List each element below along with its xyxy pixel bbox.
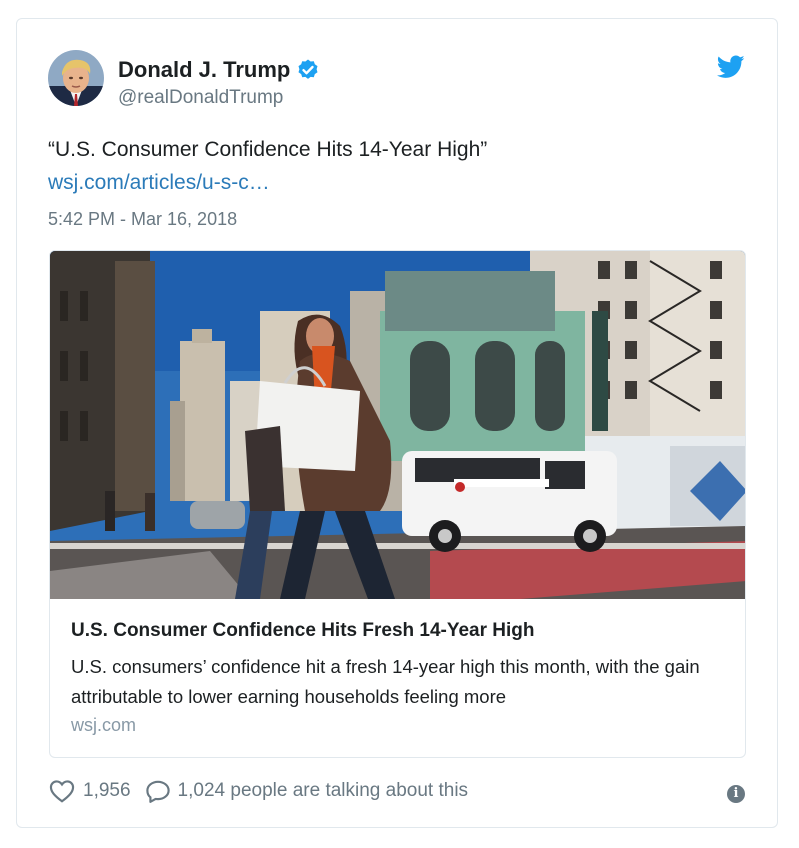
comment-icon[interactable] (145, 779, 171, 803)
verified-badge-icon (298, 59, 318, 79)
info-icon[interactable]: i (727, 785, 745, 803)
article-image (50, 251, 745, 599)
tweet-card: Donald J. Trump @realDonaldTrump “U.S. C… (16, 18, 778, 828)
avatar-image (48, 50, 104, 106)
twitter-bird-icon[interactable] (717, 55, 745, 79)
author-name-text: Donald J. Trump (118, 57, 291, 82)
heart-icon[interactable] (49, 779, 75, 803)
tweet-timestamp[interactable]: 5:42 PM - Mar 16, 2018 (48, 206, 237, 232)
avatar[interactable] (48, 50, 104, 106)
card-title: U.S. Consumer Confidence Hits Fresh 14-Y… (71, 620, 535, 641)
link-preview-card[interactable]: U.S. Consumer Confidence Hits Fresh 14-Y… (49, 250, 746, 758)
author-name[interactable]: Donald J. Trump (118, 57, 320, 83)
card-domain: wsj.com (71, 715, 137, 735)
card-description: U.S. consumers’ confidence hit a fresh 1… (71, 656, 700, 707)
tweet-link[interactable]: wsj.com/articles/u-s-c… (48, 169, 270, 197)
author-handle[interactable]: @realDonaldTrump (118, 87, 283, 109)
action-bar: 1,956 1,024 people are talking about thi… (49, 779, 468, 803)
like-count[interactable]: 1,956 (83, 780, 131, 802)
talking-count[interactable]: 1,024 people are talking about this (178, 780, 469, 802)
tweet-text: “U.S. Consumer Confidence Hits 14-Year H… (48, 138, 488, 161)
